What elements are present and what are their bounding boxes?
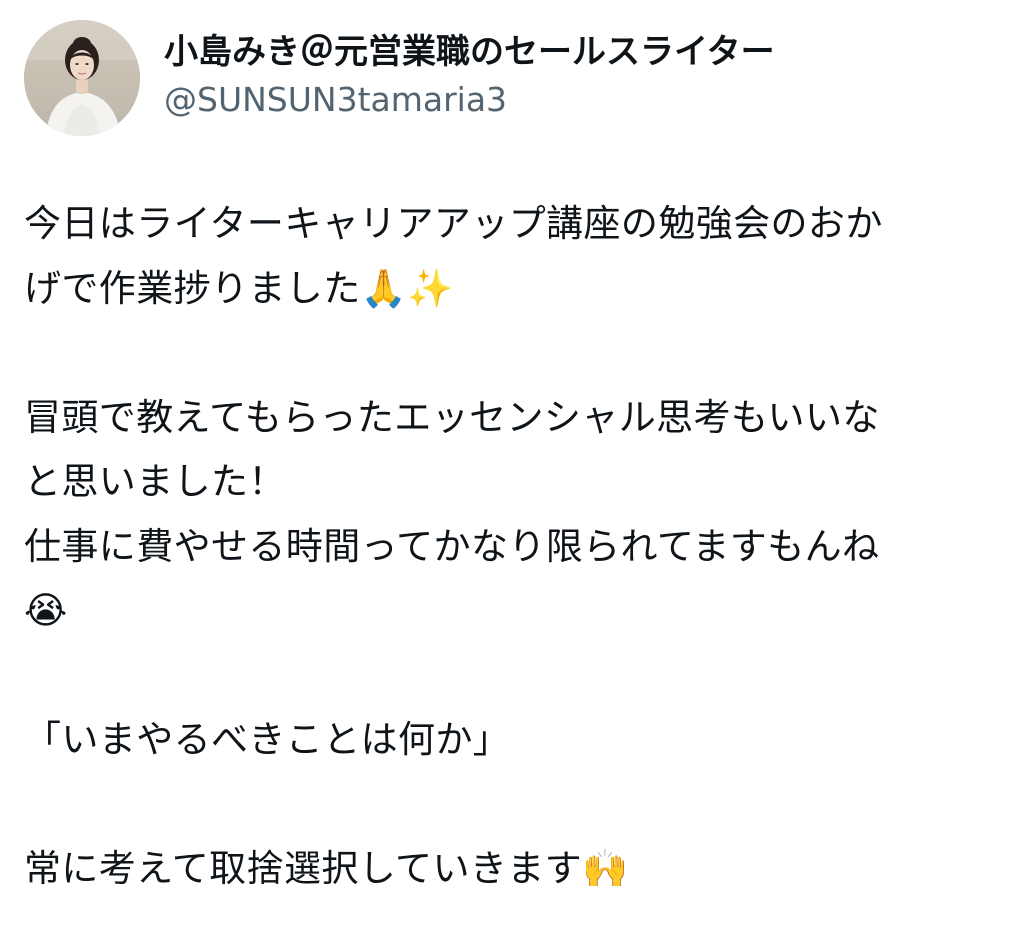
tweet-header: 小島みき＠元営業職のセールスライター @SUNSUN3tamaria3	[24, 20, 775, 136]
author-handle[interactable]: @SUNSUN3tamaria3	[164, 77, 775, 123]
tweet-text: 今日はライターキャリアアップ講座の勉強会のおか げで作業捗りました🙏✨ 冒頭で教…	[24, 192, 999, 902]
text-line: と思いました！	[24, 460, 286, 503]
text-line: 「いまやるべきことは何か」	[24, 718, 511, 761]
author-info: 小島みき＠元営業職のセールスライター @SUNSUN3tamaria3	[164, 27, 775, 123]
text-line: 常に考えて取捨選択していきます🙌	[24, 847, 629, 890]
text-line: 仕事に費やせる時間ってかなり限られてますもんね	[24, 524, 880, 568]
text-line: げで作業捗りました🙏✨	[24, 266, 454, 310]
text-line: 今日はライターキャリアアップ講座の勉強会のおか	[24, 202, 883, 245]
text-line: 冒頭で教えてもらったエッセンシャル思考もいいな	[24, 395, 880, 439]
avatar[interactable]	[24, 20, 140, 136]
crying-face-icon: 😭	[24, 589, 68, 632]
author-display-name[interactable]: 小島みき＠元営業職のセールスライター	[164, 27, 775, 77]
profile-photo-icon	[24, 20, 140, 136]
